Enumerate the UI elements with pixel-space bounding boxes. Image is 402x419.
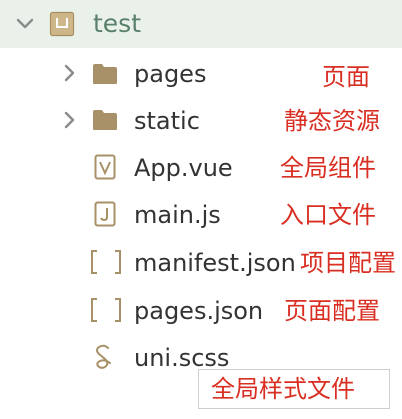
js-file-icon [94, 201, 116, 227]
tree-item-static[interactable]: static 静态资源 [0, 97, 402, 144]
tree-item-pages[interactable]: pages 页面 [0, 50, 402, 97]
project-name[interactable]: test [93, 10, 141, 38]
chevron-down-icon[interactable] [14, 13, 36, 35]
tree-item-pages-json[interactable]: pages.json 页面配置 [0, 286, 402, 333]
tree-item-label: main.js [134, 201, 221, 229]
tree-item-label: uni.scss [134, 344, 230, 372]
project-row[interactable]: test [0, 0, 402, 48]
chevron-right-icon[interactable] [58, 62, 80, 84]
annotation-label: 全局组件 [280, 154, 376, 182]
folder-icon [92, 109, 118, 131]
tree-item-label: pages [134, 60, 207, 88]
annotation-label: 项目配置 [296, 249, 396, 277]
sass-file-icon [92, 344, 116, 370]
file-explorer: test pages 页面 static 静态资源 App.vue 全局组件 m… [0, 0, 402, 419]
tree-item-label: manifest.json [134, 249, 296, 277]
tree-item-app-vue[interactable]: App.vue 全局组件 [0, 144, 402, 191]
chevron-right-icon[interactable] [58, 109, 80, 131]
annotation-label: 页面配置 [284, 297, 380, 325]
tree-item-label: pages.json [134, 297, 264, 325]
annotation-label: 全局样式文件 [211, 375, 355, 403]
json-file-icon [90, 249, 122, 275]
annotation-label: 页面 [322, 63, 370, 91]
tree-item-label: static [134, 107, 200, 135]
vue-file-icon [94, 154, 116, 180]
tree-item-main-js[interactable]: main.js 入口文件 [0, 191, 402, 238]
annotation-label: 入口文件 [280, 201, 376, 229]
annotation-box: 全局样式文件 [198, 369, 390, 409]
annotation-label: 静态资源 [284, 107, 380, 135]
folder-icon [92, 63, 118, 85]
json-file-icon [90, 297, 122, 323]
tree-item-manifest-json[interactable]: manifest.json 项目配置 [0, 238, 402, 285]
tree-item-label: App.vue [134, 154, 233, 182]
project-folder-icon [49, 11, 75, 37]
